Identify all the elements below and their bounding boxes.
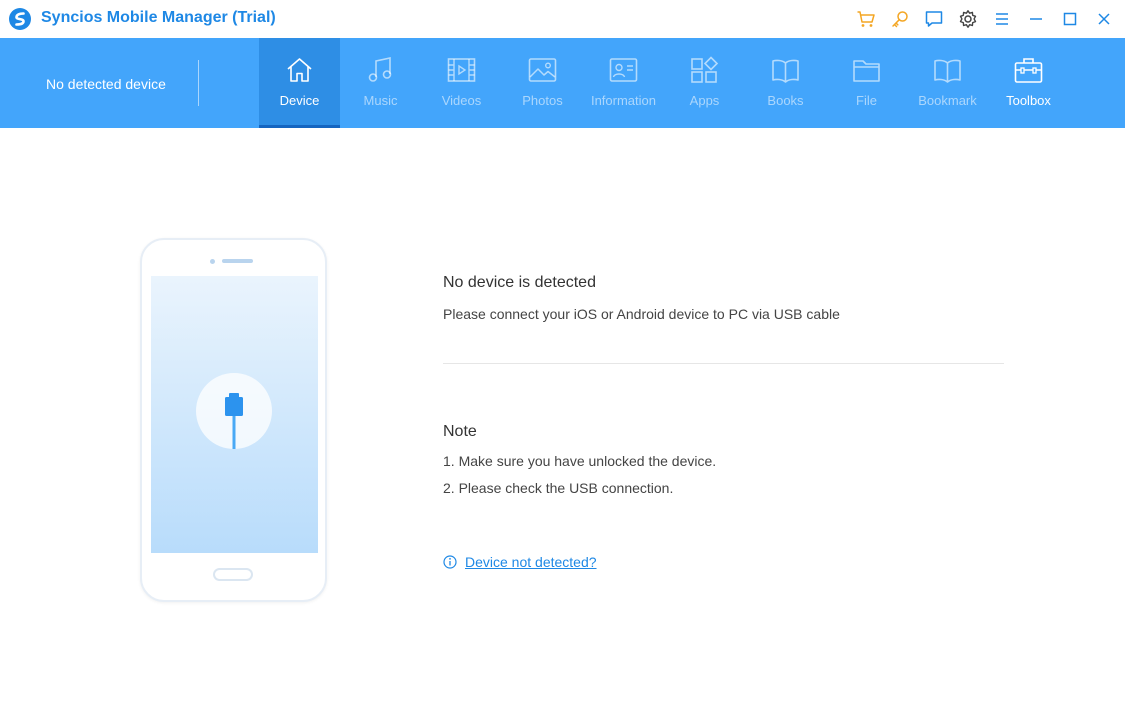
- menu-icon[interactable]: [991, 8, 1013, 30]
- tab-label: Toolbox: [1006, 93, 1051, 108]
- tab-information[interactable]: Information: [583, 38, 664, 128]
- tab-label: Apps: [689, 93, 720, 108]
- contact-card-icon: [609, 58, 638, 82]
- syncios-logo-icon: [9, 8, 31, 30]
- photo-icon: [528, 58, 557, 82]
- tab-label: Photos: [522, 93, 563, 108]
- tab-label: Videos: [441, 93, 482, 108]
- device-not-detected-link[interactable]: Device not detected?: [443, 554, 597, 570]
- note-item: 1. Make sure you have unlocked the devic…: [443, 453, 717, 469]
- tab-label: Information: [590, 93, 657, 108]
- maximize-icon[interactable]: [1059, 8, 1081, 30]
- apps-icon: [691, 56, 719, 83]
- tab-apps[interactable]: Apps: [664, 38, 745, 128]
- section-divider: [443, 363, 1004, 364]
- close-icon[interactable]: [1093, 8, 1115, 30]
- app-title: Syncios Mobile Manager (Trial): [41, 9, 276, 26]
- tab-label: Books: [767, 93, 804, 108]
- tab-file[interactable]: File: [826, 38, 907, 128]
- key-icon[interactable]: [889, 8, 911, 30]
- folder-icon: [853, 60, 880, 82]
- phone-camera: [210, 259, 215, 264]
- info-icon: [443, 555, 457, 569]
- feedback-icon[interactable]: [923, 8, 945, 30]
- tab-photos[interactable]: Photos: [502, 38, 583, 128]
- bookmark-book-icon: [934, 59, 961, 83]
- active-tab-indicator: [259, 125, 340, 128]
- main-navigation: No detected device Device Music Videos P…: [0, 38, 1125, 128]
- music-icon: [368, 57, 392, 82]
- film-icon: [447, 58, 476, 82]
- help-link-text[interactable]: Device not detected?: [465, 554, 597, 570]
- toolbox-icon: [1014, 58, 1043, 83]
- tab-label: Bookmark: [918, 93, 977, 108]
- tab-toolbox[interactable]: Toolbox: [988, 38, 1069, 128]
- gear-icon[interactable]: [957, 8, 979, 30]
- book-icon: [772, 59, 799, 83]
- note-item: 2. Please check the USB connection.: [443, 480, 674, 496]
- tab-bookmark[interactable]: Bookmark: [907, 38, 988, 128]
- tab-label: File: [856, 93, 877, 108]
- connect-instruction: Please connect your iOS or Android devic…: [443, 306, 840, 322]
- phone-speaker: [222, 259, 253, 263]
- tab-books[interactable]: Books: [745, 38, 826, 128]
- minimize-icon[interactable]: [1025, 8, 1047, 30]
- tab-videos[interactable]: Videos: [421, 38, 502, 128]
- home-icon: [287, 58, 312, 82]
- phone-screen: [151, 276, 318, 553]
- nav-divider: [198, 60, 199, 106]
- tab-device[interactable]: Device: [259, 38, 340, 128]
- tab-music[interactable]: Music: [340, 38, 421, 128]
- tab-label: Music: [363, 93, 398, 108]
- cart-icon[interactable]: [855, 8, 877, 30]
- note-title: Note: [443, 423, 477, 440]
- no-device-heading: No device is detected: [443, 274, 596, 291]
- device-status-label: No detected device: [46, 76, 166, 92]
- phone-home-button: [213, 568, 253, 581]
- title-bar: Syncios Mobile Manager (Trial): [0, 0, 1125, 38]
- usb-plug-icon: [196, 373, 272, 449]
- tab-label: Device: [279, 93, 320, 108]
- phone-illustration: [140, 238, 327, 602]
